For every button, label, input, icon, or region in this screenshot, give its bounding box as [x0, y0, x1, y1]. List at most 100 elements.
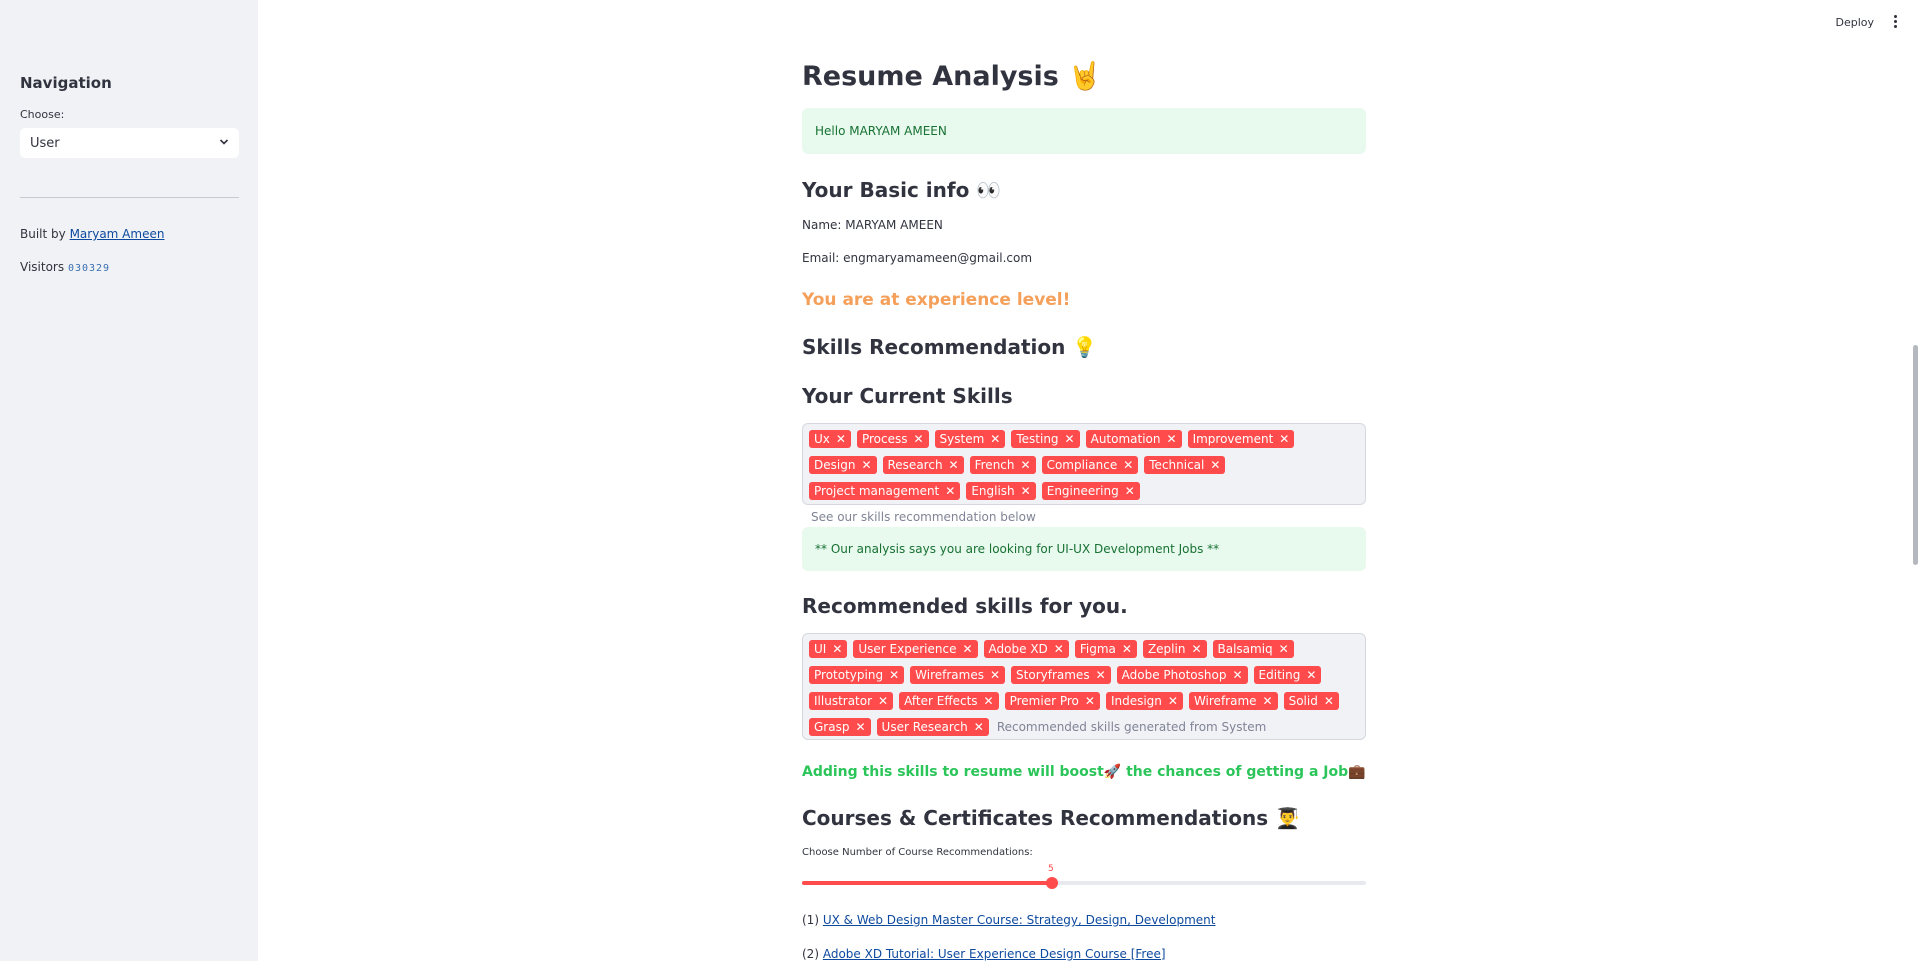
skill-tag-label: Illustrator [814, 694, 873, 708]
skill-tag: French ✕ [969, 456, 1036, 474]
course-item-1: (1) UX & Web Design Master Course: Strat… [802, 913, 1215, 927]
skill-tag: Process ✕ [856, 430, 929, 448]
remove-tag-icon[interactable]: ✕ [984, 695, 994, 707]
remove-tag-icon[interactable]: ✕ [1279, 433, 1289, 445]
course-count-slider[interactable] [802, 877, 1366, 889]
skill-tag-label: Process [861, 432, 908, 446]
skill-tag-label: Indesign [1110, 694, 1162, 708]
hello-alert: Hello MARYAM AMEEN [802, 108, 1366, 154]
skill-tag: Project management ✕ [809, 482, 961, 500]
skill-tag-label: Wireframe [1193, 694, 1257, 708]
remove-tag-icon[interactable]: ✕ [1021, 485, 1031, 497]
skill-tag-label: Figma [1079, 642, 1116, 656]
skill-tag: Testing ✕ [1011, 430, 1080, 448]
remove-tag-icon[interactable]: ✕ [945, 485, 955, 497]
scrollbar[interactable] [1913, 345, 1918, 565]
visitors-counter: 030329 [67, 263, 111, 274]
skill-tag: System ✕ [934, 430, 1006, 448]
skill-tag: Editing ✕ [1253, 666, 1322, 684]
remove-tag-icon[interactable]: ✕ [1123, 459, 1133, 471]
remove-tag-icon[interactable]: ✕ [990, 433, 1000, 445]
remove-tag-icon[interactable]: ✕ [878, 695, 888, 707]
skill-tag: Adobe XD ✕ [983, 640, 1069, 658]
deploy-button[interactable]: Deploy [1835, 16, 1874, 29]
recommended-skills-input[interactable]: UI ✕ User Experience ✕ Adobe XD ✕ Figma ✕ Zeplin… [802, 633, 1366, 740]
remove-tag-icon[interactable]: ✕ [1085, 695, 1095, 707]
skill-tag-label: Zeplin [1147, 642, 1186, 656]
remove-tag-icon[interactable]: ✕ [1021, 459, 1031, 471]
remove-tag-icon[interactable]: ✕ [962, 643, 972, 655]
remove-tag-icon[interactable]: ✕ [1191, 643, 1201, 655]
remove-tag-icon[interactable]: ✕ [949, 459, 959, 471]
analysis-text: ** Our analysis says you are looking for… [815, 542, 1220, 556]
courses-heading: Courses & Certificates Recommendations 👨… [802, 806, 1300, 830]
remove-tag-icon[interactable]: ✕ [1167, 433, 1177, 445]
remove-tag-icon[interactable]: ✕ [1125, 485, 1135, 497]
skill-tag: Improvement ✕ [1187, 430, 1295, 448]
remove-tag-icon[interactable]: ✕ [1263, 695, 1273, 707]
remove-tag-icon[interactable]: ✕ [1168, 695, 1178, 707]
remove-tag-icon[interactable]: ✕ [1279, 643, 1289, 655]
remove-tag-icon[interactable]: ✕ [1306, 669, 1316, 681]
remove-tag-icon[interactable]: ✕ [1324, 695, 1334, 707]
remove-tag-icon[interactable]: ✕ [974, 721, 984, 733]
remove-tag-icon[interactable]: ✕ [861, 459, 871, 471]
analysis-alert: ** Our analysis says you are looking for… [802, 527, 1366, 571]
skill-tag: UI ✕ [809, 640, 848, 658]
skill-tag: After Effects ✕ [899, 692, 999, 710]
remove-tag-icon[interactable]: ✕ [1122, 643, 1132, 655]
skill-tag-label: Balsamiq [1217, 642, 1273, 656]
skill-tag: Automation ✕ [1085, 430, 1182, 448]
tag-input-placeholder[interactable]: Recommended skills generated from System [997, 718, 1266, 736]
sidebar: Navigation Choose: User Built by Maryam … [0, 0, 258, 961]
skill-tag: Zeplin ✕ [1142, 640, 1207, 658]
course-link[interactable]: Adobe XD Tutorial: User Experience Desig… [823, 947, 1166, 961]
skill-tag-label: Improvement [1192, 432, 1274, 446]
skill-tag: Premier Pro ✕ [1004, 692, 1100, 710]
course-number: (1) [802, 913, 819, 927]
skill-tag: Illustrator ✕ [809, 692, 894, 710]
remove-tag-icon[interactable]: ✕ [832, 643, 842, 655]
slider-thumb[interactable] [1046, 877, 1059, 889]
skills-recommendation-heading: Skills Recommendation 💡 [802, 335, 1098, 359]
skill-tag-label: Testing [1016, 432, 1059, 446]
remove-tag-icon[interactable]: ✕ [1232, 669, 1242, 681]
basic-info-heading: Your Basic info 👀 [802, 178, 1002, 202]
skill-tag: Compliance ✕ [1041, 456, 1139, 474]
remove-tag-icon[interactable]: ✕ [889, 669, 899, 681]
navigation-select[interactable]: User [20, 128, 239, 158]
slider-label: Choose Number of Course Recommendations: [802, 847, 1033, 858]
remove-tag-icon[interactable]: ✕ [1054, 643, 1064, 655]
course-link[interactable]: UX & Web Design Master Course: Strategy,… [823, 913, 1216, 927]
skill-tag-label: User Experience [858, 642, 957, 656]
remove-tag-icon[interactable]: ✕ [913, 433, 923, 445]
visitors: Visitors 030329 [20, 260, 110, 274]
skill-tag-label: Research [887, 458, 943, 472]
remove-tag-icon[interactable]: ✕ [990, 669, 1000, 681]
choose-label: Choose: [20, 108, 65, 121]
remove-tag-icon[interactable]: ✕ [855, 721, 865, 733]
skill-tag-label: Solid [1288, 694, 1318, 708]
course-item-2: (2) Adobe XD Tutorial: User Experience D… [802, 947, 1166, 961]
remove-tag-icon[interactable]: ✕ [1065, 433, 1075, 445]
skill-tag-label: User Research [881, 720, 968, 734]
skill-tag: Wireframes ✕ [910, 666, 1006, 684]
visitors-label: Visitors [20, 260, 65, 274]
skill-tag-label: Technical [1149, 458, 1205, 472]
skill-tag: Research ✕ [882, 456, 964, 474]
name-line: Name: MARYAM AMEEN [802, 218, 943, 232]
skill-tag-label: After Effects [904, 694, 978, 708]
tag-input-placeholder[interactable]: See our skills recommendation below [811, 508, 1036, 526]
author-link[interactable]: Maryam Ameen [70, 227, 165, 241]
skill-tag-label: Editing [1258, 668, 1301, 682]
skill-tag-label: Adobe Photoshop [1121, 668, 1227, 682]
current-skills-input[interactable]: Ux ✕ Process ✕ System ✕ Testing ✕ Automation ✕ Imp… [802, 423, 1366, 524]
more-menu-icon[interactable] [1892, 15, 1898, 29]
skill-tag-label: UI [814, 642, 827, 656]
remove-tag-icon[interactable]: ✕ [836, 433, 846, 445]
remove-tag-icon[interactable]: ✕ [1096, 669, 1106, 681]
skill-tag: Wireframe ✕ [1188, 692, 1278, 710]
skill-tag-label: Premier Pro [1009, 694, 1079, 708]
skill-tag-label: Storyframes [1016, 668, 1090, 682]
remove-tag-icon[interactable]: ✕ [1210, 459, 1220, 471]
